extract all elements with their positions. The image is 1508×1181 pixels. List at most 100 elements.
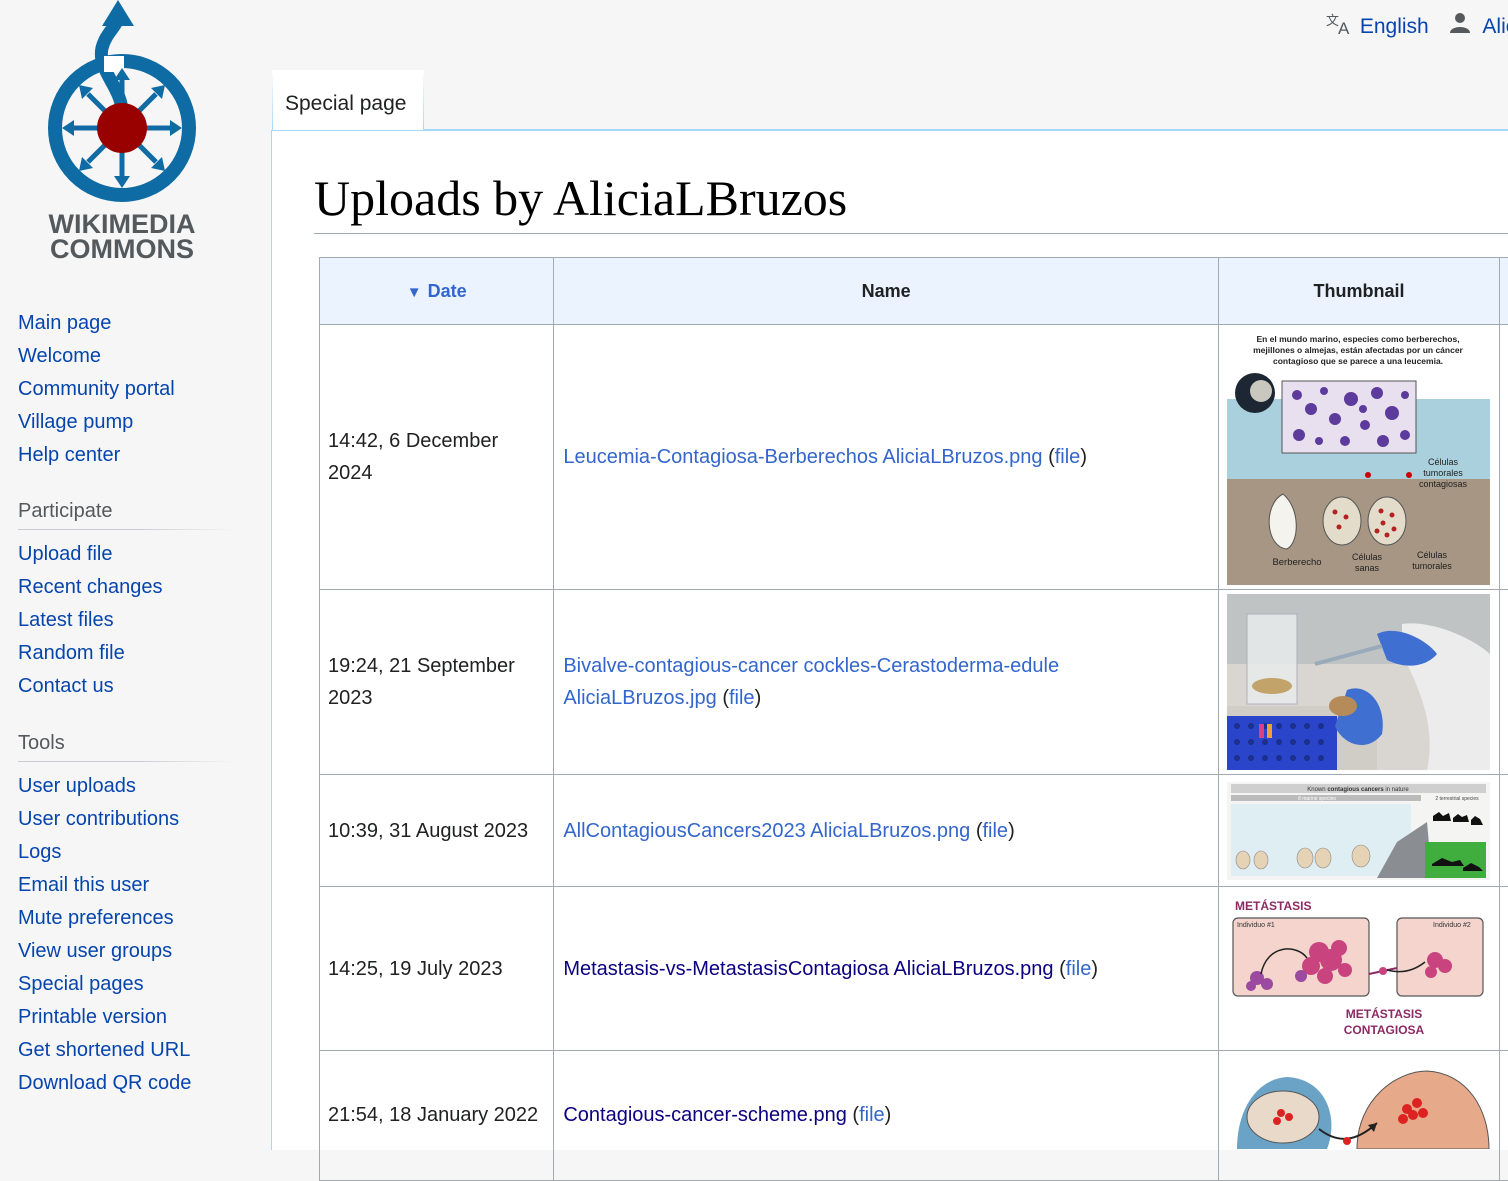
table-row: 10:39, 31 August 2023 AllContagiousCance… <box>320 775 1508 887</box>
upload-date: 14:42, 6 December 2024 <box>320 325 554 590</box>
sidebar-item-recent-changes[interactable]: Recent changes <box>18 571 234 604</box>
sidebar-link[interactable]: Logs <box>18 841 61 863</box>
row-overflow <box>1500 887 1508 1051</box>
thumb-text: 2 terrestrial species <box>1435 796 1479 802</box>
file-name-link[interactable]: Metastasis-vs-MetastasisContagiosa Alici… <box>563 958 1053 980</box>
file-name-link[interactable]: Leucemia-Contagiosa-Berberechos AliciaLB… <box>563 446 1042 468</box>
language-selector[interactable]: English <box>1360 15 1429 38</box>
table-row: 14:25, 19 July 2023 Metastasis-vs-Metast… <box>320 887 1508 1051</box>
sidebar-link[interactable]: Village pump <box>18 411 133 433</box>
language-icon[interactable]: 文 A <box>1326 13 1354 35</box>
date-line: 14:42, 6 December <box>328 430 498 452</box>
sidebar-link[interactable]: Latest files <box>18 609 114 631</box>
file-name-cell: AllContagiousCancers2023 AliciaLBruzos.p… <box>554 775 1219 887</box>
sidebar-item-main-page[interactable]: Main page <box>18 307 175 340</box>
sidebar-item-logs[interactable]: Logs <box>18 836 234 869</box>
column-date-header[interactable]: ▼Date <box>320 258 554 325</box>
date-line: 19:24, 21 September <box>328 655 515 677</box>
column-overflow <box>1500 258 1508 325</box>
wikimedia-commons-logo[interactable]: WIKIMEDIA COMMONS <box>22 0 222 270</box>
sidebar-link[interactable]: Contact us <box>18 675 114 697</box>
thumbnail-cell <box>1219 590 1500 775</box>
thumbnail-contagious-cancer-scheme[interactable] <box>1227 1069 1490 1149</box>
sidebar-link[interactable]: Recent changes <box>18 576 163 598</box>
date-line: 21:54, 18 January 2022 <box>328 1104 538 1126</box>
thumbnail-cell <box>1219 1051 1500 1181</box>
row-overflow <box>1500 325 1508 590</box>
sidebar-link[interactable]: Random file <box>18 642 125 664</box>
thumb-text: CONTAGIOSA <box>1344 1023 1425 1037</box>
sidebar-link[interactable]: Help center <box>18 444 120 466</box>
tab-special-page[interactable]: Special page <box>272 70 424 130</box>
sidebar-link[interactable]: Main page <box>18 312 111 334</box>
thumb-text: mejillones o almejas, están afectadas po… <box>1253 345 1463 355</box>
sidebar-item-qr-code[interactable]: Download QR code <box>18 1067 234 1100</box>
sidebar-link[interactable]: Download QR code <box>18 1072 191 1094</box>
file-link[interactable]: file <box>1055 446 1081 468</box>
participate-heading: Participate <box>18 500 234 530</box>
sidebar-link[interactable]: Get shortened URL <box>18 1039 190 1061</box>
thumbnail-lab-photo[interactable] <box>1227 594 1490 770</box>
sidebar-item-special-pages[interactable]: Special pages <box>18 968 234 1001</box>
thumb-text: Células <box>1428 457 1459 467</box>
file-link[interactable]: file <box>1066 958 1092 980</box>
sidebar-item-community-portal[interactable]: Community portal <box>18 373 175 406</box>
file-name-link-cont[interactable]: AliciaLBruzos.jpg <box>563 687 716 709</box>
sidebar-item-mute-preferences[interactable]: Mute preferences <box>18 902 234 935</box>
sidebar-item-help-center[interactable]: Help center <box>18 439 175 472</box>
thumbnail-cell: Known contagious cancers in nature 8 mar… <box>1219 775 1500 887</box>
thumbnail-leukemia-cockles[interactable]: En el mundo marino, especies como berber… <box>1227 329 1490 585</box>
row-overflow <box>1500 775 1508 887</box>
sidebar-item-contact-us[interactable]: Contact us <box>18 670 234 703</box>
sidebar-link[interactable]: Mute preferences <box>18 907 174 929</box>
file-name-link[interactable]: Contagious-cancer-scheme.png <box>563 1104 847 1126</box>
upload-date: 10:39, 31 August 2023 <box>320 775 554 887</box>
sidebar-item-user-contributions[interactable]: User contributions <box>18 803 234 836</box>
sidebar-item-upload-file[interactable]: Upload file <box>18 538 234 571</box>
row-overflow <box>1500 1051 1508 1181</box>
sidebar-item-view-user-groups[interactable]: View user groups <box>18 935 234 968</box>
thumbnail-metastasis[interactable]: METÁSTASIS Individuo #1 Individuo #2 <box>1227 894 1490 1044</box>
thumb-text: tumorales <box>1423 468 1463 478</box>
sidebar-link[interactable]: Printable version <box>18 1006 167 1028</box>
thumb-text: Known contagious cancers in nature <box>1307 787 1409 793</box>
sidebar-link[interactable]: Welcome <box>18 345 101 367</box>
sort-descending-icon[interactable]: ▼ <box>407 284 422 301</box>
file-link[interactable]: file <box>982 820 1008 842</box>
sidebar-item-village-pump[interactable]: Village pump <box>18 406 175 439</box>
date-line: 2024 <box>328 462 373 484</box>
sidebar-link[interactable]: User uploads <box>18 775 136 797</box>
sidebar-participate: Participate Upload file Recent changes L… <box>18 500 234 703</box>
sidebar-item-welcome[interactable]: Welcome <box>18 340 175 373</box>
sidebar-item-printable-version[interactable]: Printable version <box>18 1001 234 1034</box>
sidebar-link[interactable]: Email this user <box>18 874 149 896</box>
column-name-header: Name <box>554 258 1219 325</box>
thumb-text: Individuo #2 <box>1433 922 1471 929</box>
thumbnail-all-contagious-cancers[interactable]: Known contagious cancers in nature 8 mar… <box>1227 782 1490 880</box>
sidebar-link[interactable]: Upload file <box>18 543 113 565</box>
file-link[interactable]: file <box>729 687 755 709</box>
thumb-text: Células <box>1352 552 1383 562</box>
thumbnail-cell: En el mundo marino, especies como berber… <box>1219 325 1500 590</box>
table-row: 19:24, 21 September 2023 Bivalve-contagi… <box>320 590 1508 775</box>
file-name-link[interactable]: AllContagiousCancers2023 AliciaLBruzos.p… <box>563 820 970 842</box>
upload-date: 21:54, 18 January 2022 <box>320 1051 554 1181</box>
sidebar-link[interactable]: Community portal <box>18 378 175 400</box>
thumb-text: sanas <box>1355 563 1380 573</box>
row-overflow <box>1500 590 1508 775</box>
sidebar-item-latest-files[interactable]: Latest files <box>18 604 234 637</box>
file-link[interactable]: file <box>859 1104 885 1126</box>
sidebar-item-email-user[interactable]: Email this user <box>18 869 234 902</box>
file-name-link[interactable]: Bivalve-contagious-cancer cockles-Cerast… <box>563 655 1059 677</box>
sidebar-link[interactable]: User contributions <box>18 808 179 830</box>
sidebar-item-user-uploads[interactable]: User uploads <box>18 770 234 803</box>
title-divider <box>314 233 1508 234</box>
thumb-text: METÁSTASIS <box>1346 1006 1422 1021</box>
user-icon <box>1449 12 1471 34</box>
user-page-link[interactable]: Alici <box>1482 15 1508 38</box>
sidebar-link[interactable]: Special pages <box>18 973 144 995</box>
sidebar-tools: Tools User uploads User contributions Lo… <box>18 732 234 1100</box>
sidebar-item-random-file[interactable]: Random file <box>18 637 234 670</box>
sidebar-item-shortened-url[interactable]: Get shortened URL <box>18 1034 234 1067</box>
sidebar-link[interactable]: View user groups <box>18 940 172 962</box>
